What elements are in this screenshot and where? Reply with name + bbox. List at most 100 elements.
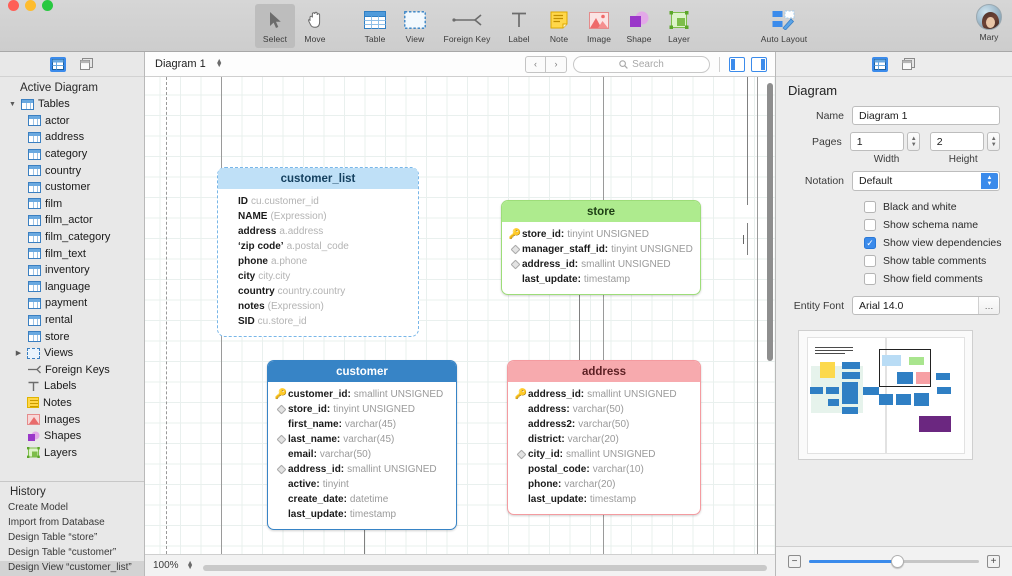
zoom-out-button[interactable]: −: [788, 555, 801, 568]
notation-select[interactable]: Default ▲ ▼: [852, 171, 1000, 191]
entity-field-row[interactable]: address: varchar(50): [512, 402, 696, 417]
sidebar-group-foreign-keys[interactable]: ▶ Foreign Keys: [0, 362, 144, 379]
entity-field-row[interactable]: 🔑 store_id: tinyint UNSIGNED: [506, 227, 696, 242]
tool-table[interactable]: Table: [355, 4, 395, 48]
relationship-line[interactable]: [747, 223, 749, 255]
diagram-inspector-icon[interactable]: [872, 56, 888, 72]
relationship-line[interactable]: [747, 77, 749, 205]
entity-field-row[interactable]: manager_staff_id: tinyint UNSIGNED: [506, 242, 696, 257]
entity-address[interactable]: address 🔑 address_id: smallint UNSIGNED addr…: [507, 360, 701, 515]
entity-field-row[interactable]: ‘zip code’ a.postal_code: [222, 239, 414, 254]
entity-field-row[interactable]: store_id: tinyint UNSIGNED: [272, 402, 452, 417]
sidebar-group-labels[interactable]: ▶ Labels: [0, 378, 144, 395]
sidebar-item-address[interactable]: address: [0, 129, 144, 146]
maximize-window-button[interactable]: [42, 0, 53, 11]
sidebar-item-inventory[interactable]: inventory: [0, 262, 144, 279]
entity-customer_list[interactable]: customer_list ID cu.customer_id NAME (Expres…: [217, 167, 419, 337]
sidebar-item-film_actor[interactable]: film_actor: [0, 212, 144, 229]
diagram-tab-stepper[interactable]: ▲ ▼: [216, 58, 223, 69]
sidebar-item-film[interactable]: film: [0, 196, 144, 213]
minimap-preview[interactable]: [798, 330, 973, 460]
entity-field-row[interactable]: phone: varchar(20): [512, 477, 696, 492]
zoom-slider-knob[interactable]: [890, 555, 904, 568]
checkbox-row[interactable]: Black and white: [776, 198, 1012, 216]
entity-field-row[interactable]: postal_code: varchar(10): [512, 462, 696, 477]
sidebar-item-store[interactable]: store: [0, 328, 144, 345]
history-item[interactable]: Design View “customer_list”: [0, 561, 144, 576]
sidebar-item-category[interactable]: category: [0, 146, 144, 163]
checkbox[interactable]: [864, 201, 876, 213]
tool-note[interactable]: Note: [539, 4, 579, 48]
sidebar-item-country[interactable]: country: [0, 162, 144, 179]
user-account[interactable]: Mary: [976, 4, 1002, 42]
search-input[interactable]: Search: [573, 55, 710, 73]
nav-prev-button[interactable]: ‹: [525, 55, 546, 73]
entity-customer[interactable]: customer 🔑 customer_id: smallint UNSIGNED st…: [267, 360, 457, 530]
sidebar-group-layers[interactable]: ▶ Layers: [0, 444, 144, 461]
pages-height-input[interactable]: 2: [929, 132, 985, 151]
entity-field-row[interactable]: last_update: timestamp: [512, 492, 696, 507]
tool-layer[interactable]: Layer: [659, 4, 699, 48]
tool-label[interactable]: Label: [499, 4, 539, 48]
checkbox-row[interactable]: Show field comments: [776, 270, 1012, 288]
checkbox-row[interactable]: ✓ Show view dependencies: [776, 234, 1012, 252]
canvas-horizontal-scrollbar[interactable]: [203, 565, 767, 571]
minimap-viewport[interactable]: [879, 349, 931, 387]
sidebar-group-views[interactable]: ▶ Views: [0, 345, 144, 362]
zoom-stepper[interactable]: ▲ ▼: [187, 560, 194, 571]
disclosure-triangle-icon[interactable]: ▶: [14, 350, 23, 357]
object-inspector-icon[interactable]: [900, 57, 916, 72]
entity-field-row[interactable]: email: varchar(50): [272, 447, 452, 462]
entity-field-row[interactable]: 🔑 customer_id: smallint UNSIGNED: [272, 387, 452, 402]
sidebar-group-shapes[interactable]: ▶ Shapes: [0, 428, 144, 445]
chevron-updown-icon[interactable]: ▲ ▼: [981, 173, 998, 189]
history-item[interactable]: Design Table “store”: [0, 531, 144, 546]
tool-view[interactable]: View: [395, 4, 435, 48]
diagram-canvas[interactable]: customer_list ID cu.customer_id NAME (Expres…: [145, 77, 775, 554]
entity-field-row[interactable]: first_name: varchar(45): [272, 417, 452, 432]
font-picker-button[interactable]: …: [978, 297, 999, 314]
entity-field-row[interactable]: address2: varchar(50): [512, 417, 696, 432]
checkbox-row[interactable]: Show schema name: [776, 216, 1012, 234]
sidebar-item-language[interactable]: language: [0, 279, 144, 296]
history-item[interactable]: Import from Database: [0, 516, 144, 531]
entity-field-row[interactable]: active: tinyint: [272, 477, 452, 492]
diagram-panel-icon[interactable]: [78, 57, 94, 72]
checkbox-row[interactable]: Show table comments: [776, 252, 1012, 270]
sidebar-group-tables[interactable]: ▼ Tables: [0, 96, 144, 113]
entity-field-row[interactable]: NAME (Expression): [222, 209, 414, 224]
entity-field-row[interactable]: address_id: smallint UNSIGNED: [506, 257, 696, 272]
entity-field-row[interactable]: city city.city: [222, 269, 414, 284]
sidebar-item-actor[interactable]: actor: [0, 113, 144, 130]
entity-field-row[interactable]: district: varchar(20): [512, 432, 696, 447]
pages-width-stepper[interactable]: ▲ ▼: [907, 132, 921, 151]
entity-field-row[interactable]: notes (Expression): [222, 299, 414, 314]
sidebar-item-payment[interactable]: payment: [0, 295, 144, 312]
entity-field-row[interactable]: country country.country: [222, 284, 414, 299]
pages-width-input[interactable]: 1: [849, 132, 905, 151]
disclosure-triangle-icon[interactable]: ▼: [8, 101, 17, 108]
zoom-in-button[interactable]: +: [987, 555, 1000, 568]
canvas-vertical-scrollbar[interactable]: [767, 83, 773, 361]
tool-shape[interactable]: Shape: [619, 4, 659, 48]
checkbox[interactable]: [864, 273, 876, 285]
entity-field-row[interactable]: address a.address: [222, 224, 414, 239]
tool-select[interactable]: Select: [255, 4, 295, 48]
sidebar-item-rental[interactable]: rental: [0, 312, 144, 329]
entity-field-row[interactable]: address_id: smallint UNSIGNED: [272, 462, 452, 477]
zoom-slider[interactable]: [809, 555, 979, 568]
entity-field-row[interactable]: 🔑 address_id: smallint UNSIGNED: [512, 387, 696, 402]
entity-field-row[interactable]: SID cu.store_id: [222, 314, 414, 329]
show-right-panel-button[interactable]: [751, 56, 767, 72]
checkbox[interactable]: [864, 255, 876, 267]
entity-font-input[interactable]: Arial 14.0 …: [852, 296, 1000, 315]
sidebar-group-images[interactable]: ▶ Images: [0, 411, 144, 428]
entity-field-row[interactable]: phone a.phone: [222, 254, 414, 269]
sidebar-item-customer[interactable]: customer: [0, 179, 144, 196]
structure-panel-icon[interactable]: [50, 56, 66, 72]
entity-store[interactable]: store 🔑 store_id: tinyint UNSIGNED manager_s…: [501, 200, 701, 295]
entity-field-row[interactable]: city_id: smallint UNSIGNED: [512, 447, 696, 462]
nav-next-button[interactable]: ›: [546, 55, 567, 73]
sidebar-item-film_category[interactable]: film_category: [0, 229, 144, 246]
close-window-button[interactable]: [8, 0, 19, 11]
